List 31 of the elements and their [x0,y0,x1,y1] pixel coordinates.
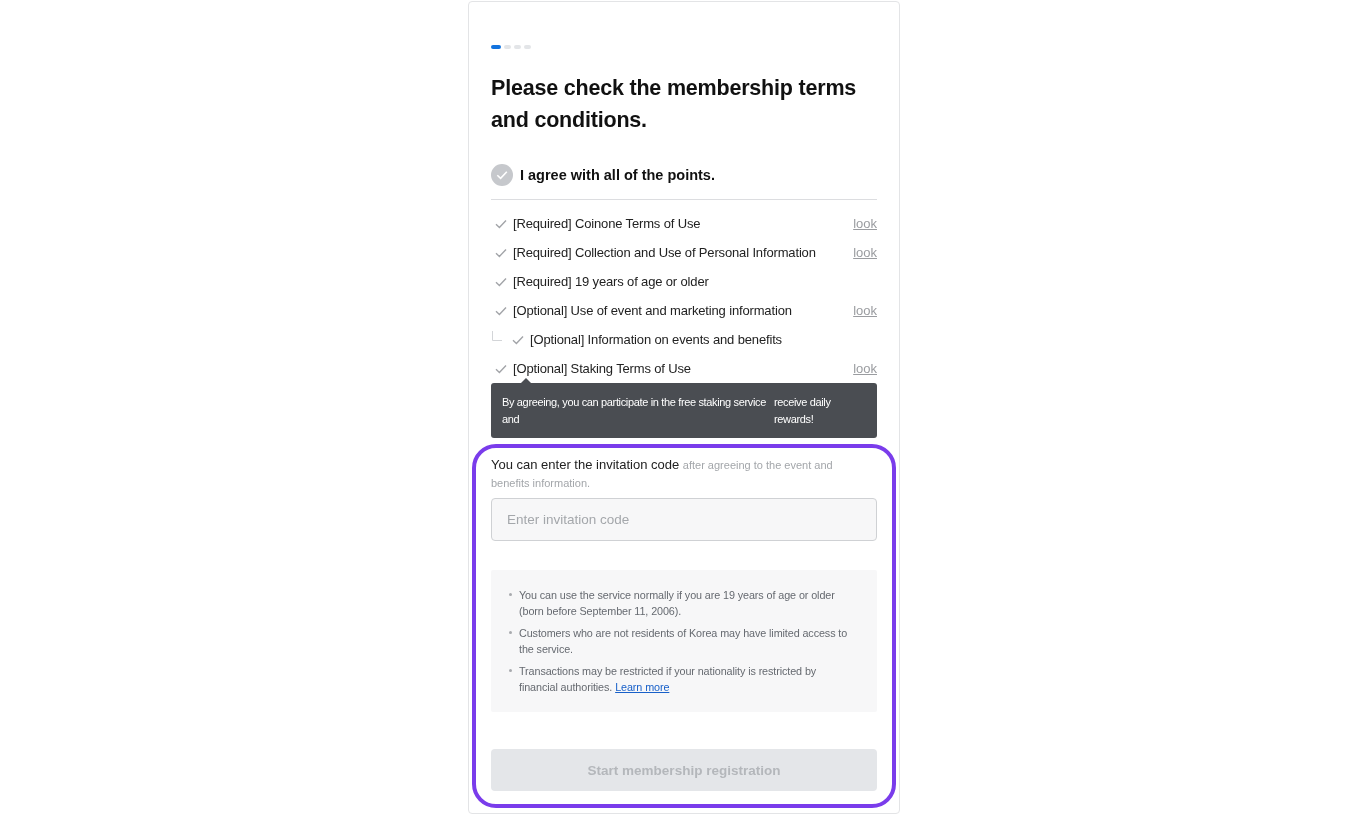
look-link[interactable]: look [853,303,877,318]
agree-all-label: I agree with all of the points. [520,167,715,183]
tooltip-text: receive daily rewards! [774,395,832,427]
check-circle-icon[interactable] [491,164,513,186]
check-icon[interactable] [495,305,507,316]
check-icon[interactable] [512,334,524,345]
bullet-icon [509,669,512,672]
look-link[interactable]: look [853,361,877,376]
page-title: Please check the membership terms and conditions. [491,75,858,134]
notice-text: Transactions may be restricted if your nationality is restricted by financial authorities. Learn more [519,664,818,695]
term-label: [Required] Coinone Terms of Use [513,216,702,231]
learn-more-link[interactable]: Learn more [615,681,670,693]
bullet-icon [509,593,512,596]
term-label: [Optional] Use of event and marketing information [513,303,793,318]
check-icon[interactable] [495,247,507,258]
tree-connector-icon [492,330,502,341]
check-icon[interactable] [495,276,507,287]
check-icon[interactable] [495,218,507,229]
term-label: [Required] Collection and Use of Personal Information [513,245,817,260]
look-link[interactable]: look [853,216,877,231]
look-link[interactable]: look [853,245,877,260]
bullet-icon [509,631,512,634]
term-label: [Required] 19 years of age or older [513,274,710,289]
term-label: [Optional] Information on events and benefits [530,332,783,347]
tooltip-text: By agreeing, you can participate in the free staking service and [502,395,767,427]
notice-text: Customers who are not residents of Korea may have limited access to the service. [519,626,849,657]
term-label: [Optional] Staking Terms of Use [513,361,692,376]
check-icon[interactable] [495,363,507,374]
notice-text: You can use the service normally if you are 19 years of age or older (born before September 11, 2006). [519,588,836,619]
invitation-code-field[interactable]: Enter invitation code [491,498,877,541]
invitation-hint: You can enter the invitation code after agreeing to the event and benefits information. [491,456,834,491]
